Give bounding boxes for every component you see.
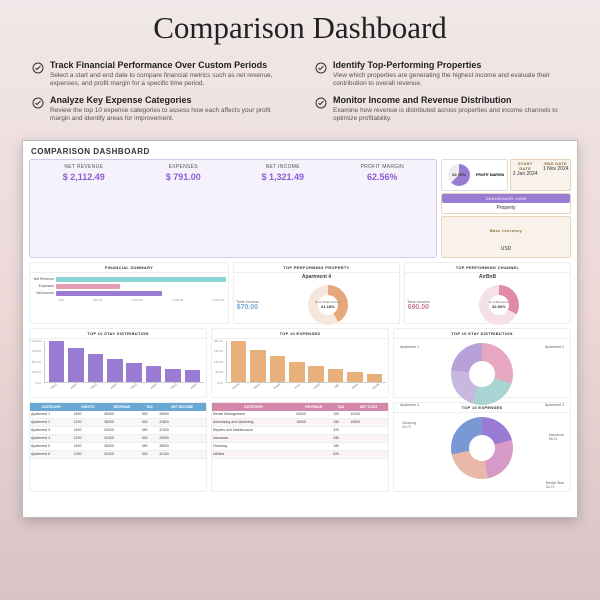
start-date-label: START DATE <box>512 161 539 171</box>
feature-desc: Review the top 10 expense categories to … <box>50 107 285 124</box>
kpi-value: $ 791.00 <box>134 172 234 182</box>
feature-item: Track Financial Performance Over Custom … <box>32 60 285 89</box>
feature-title: Track Financial Performance Over Custom … <box>50 60 285 70</box>
dashboard-title: COMPARISON DASHBOARD <box>31 147 571 156</box>
kpi-bar: NET REVENUE $ 2,112.49 EXPENSES $ 791.00 N… <box>29 159 437 258</box>
kpi-label: NET INCOME <box>233 164 333 170</box>
feature-item: Identify Top-Performing Properties View w… <box>315 60 568 89</box>
view-label: DASHBOARD VIEW <box>442 194 570 203</box>
expenses-pie-panel: TOP 10 EXPENSES Cleaning20.73 Insurance2… <box>393 402 571 492</box>
expenses-pie-chart <box>451 417 513 479</box>
checkmark-icon <box>315 96 327 124</box>
kpi-label: PROFIT MARGIN <box>333 164 433 170</box>
stay-pie-chart <box>451 343 513 405</box>
top-property-panel: TOP PERFORMING PROPERTY Apartment 4 Tota… <box>233 262 400 324</box>
kpi-label: EXPENSES <box>134 164 234 170</box>
checkmark-icon <box>315 61 327 89</box>
kpi-label: NET REVENUE <box>34 164 134 170</box>
profit-margin-donut: 62.56% <box>448 164 470 186</box>
view-select[interactable]: Property <box>442 203 570 213</box>
feature-desc: View which properties are generating the… <box>333 72 568 89</box>
checkmark-icon <box>32 96 44 124</box>
financial-summary-panel: FINANCIAL SUMMARY Net RevenueExpensesNet… <box>29 262 229 324</box>
feature-title: Identify Top-Performing Properties <box>333 60 568 70</box>
profit-margin-label: PROFIT MARGIN <box>476 173 504 177</box>
dashboard-screenshot: COMPARISON DASHBOARD NET REVENUE $ 2,112.… <box>22 140 578 518</box>
top-property-donut: % of Total Income41.18% <box>308 285 348 325</box>
top-property-name: Apartment 4 <box>234 273 399 281</box>
page-title: Comparison Dashboard <box>20 10 580 46</box>
top-channel-income: 690.00 <box>407 304 430 311</box>
category-table-pink: CATEGORYREVENUETAXNET COSTRental Managem… <box>211 402 389 492</box>
kpi-value: 62.56% <box>333 172 433 182</box>
currency-label: Base Currency <box>490 228 522 233</box>
top-property-income: $70.00 <box>236 304 259 311</box>
stay-distribution-pie-panel: TOP 10 STAY DISTRIBUTION Apartment 1 Apa… <box>393 328 571 398</box>
feature-title: Analyze Key Expense Categories <box>50 95 285 105</box>
top-channel-name: AirBnB <box>405 273 570 281</box>
features-grid: Track Financial Performance Over Custom … <box>0 54 600 134</box>
controls-panel: 62.56% PROFIT MARGIN START DATE2 Jan 202… <box>441 159 571 258</box>
stay-distribution-panel: TOP 10 STAY DISTRIBUTION 1,000.00750.005… <box>29 328 207 398</box>
kpi-value: $ 2,112.49 <box>34 172 134 182</box>
end-date-input[interactable]: 1 Nov 2024 <box>543 166 570 172</box>
checkmark-icon <box>32 61 44 89</box>
start-date-input[interactable]: 2 Jan 2024 <box>512 171 539 177</box>
currency-select[interactable]: USD <box>501 246 512 252</box>
feature-desc: Examine how revenue is distributed acros… <box>333 107 568 124</box>
top-expenses-panel: TOP 10 EXPENSES 200.00150.00100.0050.000… <box>211 328 389 398</box>
feature-item: Analyze Key Expense Categories Review the… <box>32 95 285 124</box>
category-table-blue: CATEGORYNIGHTSREVENUETAXNET INCOMEApartm… <box>29 402 207 492</box>
top-channel-panel: TOP PERFORMING CHANNEL AirBnB Total Inco… <box>404 262 571 324</box>
feature-desc: Select a start and end date to compare f… <box>50 72 285 89</box>
feature-title: Monitor Income and Revenue Distribution <box>333 95 568 105</box>
feature-item: Monitor Income and Revenue Distribution E… <box>315 95 568 124</box>
kpi-value: $ 1,321.49 <box>233 172 333 182</box>
top-channel-donut: % of Revenue32.66% <box>479 285 519 325</box>
